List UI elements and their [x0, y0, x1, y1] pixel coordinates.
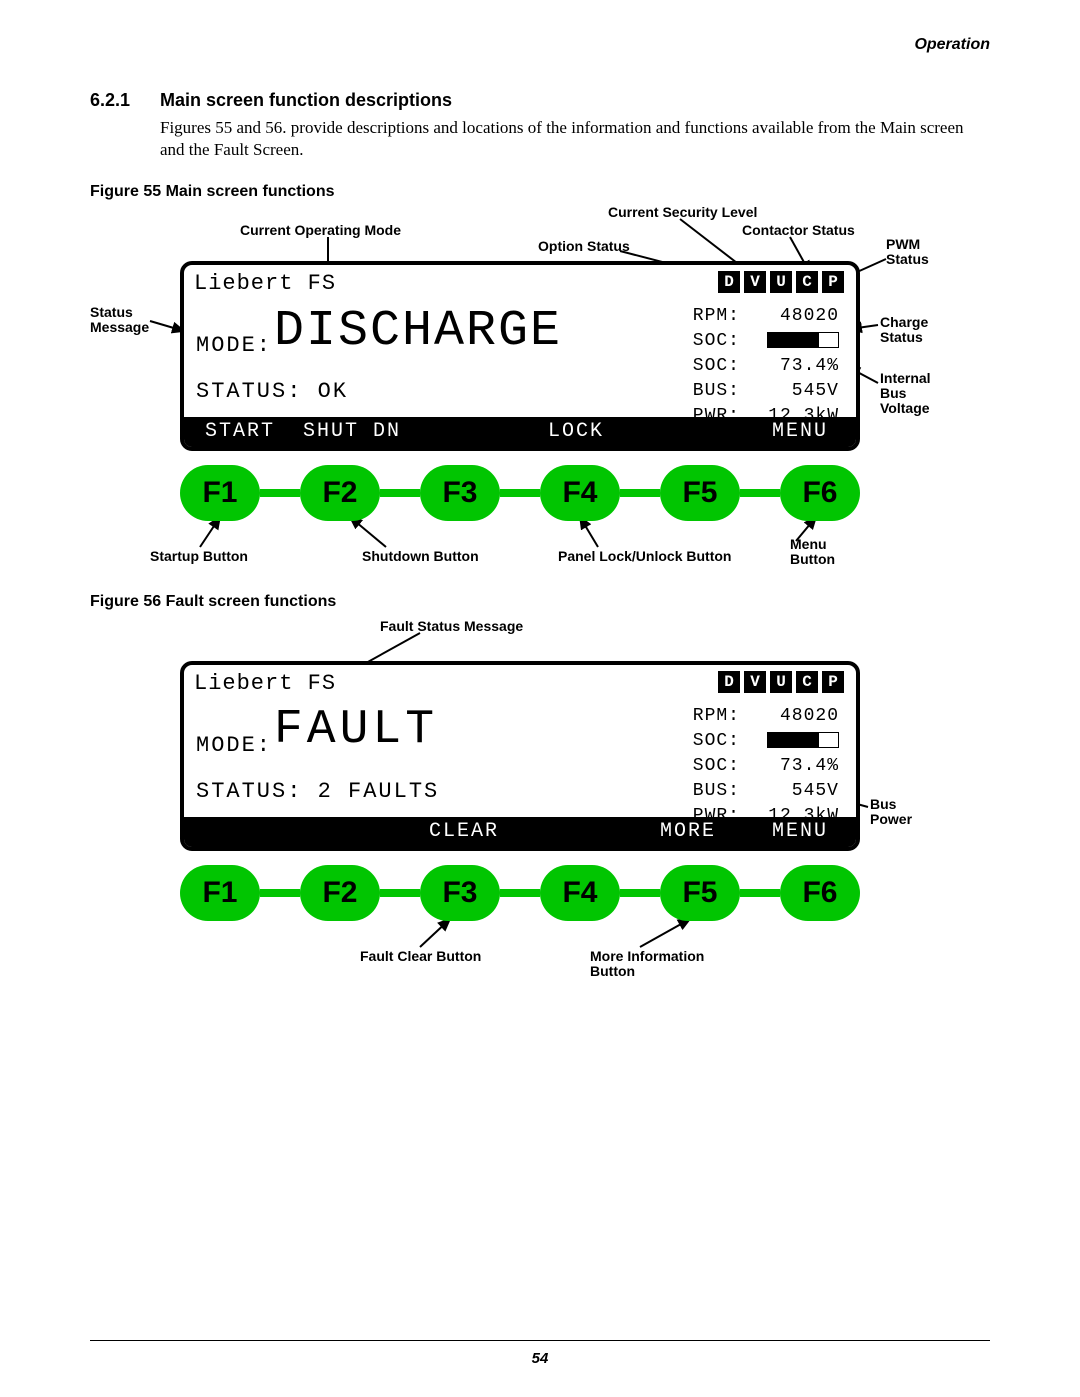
indicator-c: C	[796, 271, 818, 293]
indicator-c: C	[796, 671, 818, 693]
fkey-row: F1 F2 F3 F4 F5 F6	[180, 463, 860, 523]
annot-menu-button: Menu Button	[790, 537, 835, 568]
main-screen-lcd: Liebert FS D V U C P MODE: DISCHARGE STA…	[180, 261, 860, 451]
annot-status-message: Status Message	[90, 305, 149, 336]
section-title: Main screen function descriptions	[160, 90, 452, 110]
figure56: Fault Status Message Bus Power Fault Cle…	[90, 611, 990, 971]
softkey-start[interactable]: START	[184, 417, 296, 447]
annot-current-operating-mode: Current Operating Mode	[240, 223, 401, 238]
indicator-strip: D V U C P	[718, 271, 844, 293]
section-body: Figures 55 and 56. provide descriptions …	[160, 117, 990, 161]
annot-contactor-status: Contactor Status	[742, 223, 855, 238]
indicator-d: D	[718, 271, 740, 293]
figure55-caption: Figure 55 Main screen functions	[90, 183, 990, 201]
indicator-v: V	[744, 271, 766, 293]
status-line: STATUS: OK	[196, 379, 348, 404]
fkey-f2[interactable]: F2	[300, 465, 380, 521]
page-header-section: Operation	[914, 36, 990, 54]
fkey-f3[interactable]: F3	[420, 465, 500, 521]
fkey-f4[interactable]: F4	[540, 865, 620, 921]
figure56-caption: Figure 56 Fault screen functions	[90, 593, 990, 611]
indicator-u: U	[770, 671, 792, 693]
status-label: STATUS:	[196, 379, 302, 404]
indicator-p: P	[822, 271, 844, 293]
indicator-d: D	[718, 671, 740, 693]
indicator-strip: D V U C P	[718, 671, 844, 693]
soc-label: SOC:	[692, 355, 746, 378]
bus-label: BUS:	[692, 780, 746, 803]
lcd-title: Liebert FS	[194, 271, 336, 296]
softkey-f5[interactable]	[632, 417, 744, 447]
softkey-bar: CLEAR MORE MENU	[184, 817, 856, 847]
soc-bar	[767, 732, 839, 748]
softkey-menu[interactable]: MENU	[744, 417, 856, 447]
soc-value: 73.4%	[748, 355, 840, 378]
readings-table: RPM:48020 SOC: SOC:73.4% BUS:545V PWR:12…	[690, 303, 842, 431]
bus-value: 545V	[748, 380, 840, 403]
status-label: STATUS:	[196, 779, 302, 804]
status-line: STATUS: 2 FAULTS	[196, 779, 439, 804]
annot-fault-clear-button: Fault Clear Button	[360, 949, 481, 964]
fault-screen-lcd: Liebert FS D V U C P MODE: FAULT STATUS:…	[180, 661, 860, 851]
fkey-row: F1 F2 F3 F4 F5 F6	[180, 863, 860, 923]
fkey-f3[interactable]: F3	[420, 865, 500, 921]
indicator-u: U	[770, 271, 792, 293]
annot-fault-status-message: Fault Status Message	[380, 619, 523, 634]
status-value: OK	[318, 379, 348, 404]
readings-table: RPM:48020 SOC: SOC:73.4% BUS:545V PWR:12…	[690, 703, 842, 831]
fkey-f5[interactable]: F5	[660, 465, 740, 521]
bus-value: 545V	[748, 780, 840, 803]
fkey-f4[interactable]: F4	[540, 465, 620, 521]
softkey-f1[interactable]	[184, 817, 296, 847]
mode-label: MODE:	[196, 333, 272, 358]
softkey-f3[interactable]	[408, 417, 520, 447]
fkey-f1[interactable]: F1	[180, 465, 260, 521]
bus-label: BUS:	[692, 380, 746, 403]
fkey-f2[interactable]: F2	[300, 865, 380, 921]
rpm-value: 48020	[748, 305, 840, 328]
indicator-p: P	[822, 671, 844, 693]
softkey-clear[interactable]: CLEAR	[408, 817, 520, 847]
softkey-more[interactable]: MORE	[632, 817, 744, 847]
softkey-lock[interactable]: LOCK	[520, 417, 632, 447]
softkey-menu[interactable]: MENU	[744, 817, 856, 847]
rpm-label: RPM:	[692, 705, 746, 728]
soc-value: 73.4%	[748, 755, 840, 778]
annot-current-security-level: Current Security Level	[608, 205, 757, 220]
annot-charge-status: Charge Status	[880, 315, 928, 346]
softkey-shutdown[interactable]: SHUT DN	[296, 417, 408, 447]
fkey-f6[interactable]: F6	[780, 865, 860, 921]
fkey-f1[interactable]: F1	[180, 865, 260, 921]
annot-bus-power: Bus Power	[870, 797, 912, 828]
mode-value: DISCHARGE	[274, 303, 562, 360]
page-number: 54	[0, 1350, 1080, 1367]
soc-bar-label: SOC:	[692, 730, 746, 753]
fkey-f6[interactable]: F6	[780, 465, 860, 521]
soc-bar	[767, 332, 839, 348]
section-heading: 6.2.1Main screen function descriptions	[90, 90, 990, 111]
status-value: 2 FAULTS	[318, 779, 440, 804]
annot-more-info-button: More Information Button	[590, 949, 704, 980]
softkey-f2[interactable]	[296, 817, 408, 847]
mode-label: MODE:	[196, 733, 272, 758]
mode-value: FAULT	[274, 703, 438, 757]
lcd-title: Liebert FS	[194, 671, 336, 696]
annot-shutdown-button: Shutdown Button	[362, 549, 479, 564]
indicator-v: V	[744, 671, 766, 693]
annot-internal-bus-voltage: Internal Bus Voltage	[880, 371, 931, 417]
soc-label: SOC:	[692, 755, 746, 778]
softkey-f4[interactable]	[520, 817, 632, 847]
annot-option-status: Option Status	[538, 239, 630, 254]
annot-lock-button: Panel Lock/Unlock Button	[558, 549, 731, 564]
rpm-value: 48020	[748, 705, 840, 728]
footer-rule	[90, 1340, 990, 1341]
soc-bar-label: SOC:	[692, 330, 746, 353]
section-number: 6.2.1	[90, 90, 160, 111]
annot-startup-button: Startup Button	[150, 549, 248, 564]
fkey-f5[interactable]: F5	[660, 865, 740, 921]
rpm-label: RPM:	[692, 305, 746, 328]
softkey-bar: START SHUT DN LOCK MENU	[184, 417, 856, 447]
annot-pwm-status: PWM Status	[886, 237, 929, 268]
figure55: Current Operating Mode Option Status Cur…	[90, 201, 990, 571]
